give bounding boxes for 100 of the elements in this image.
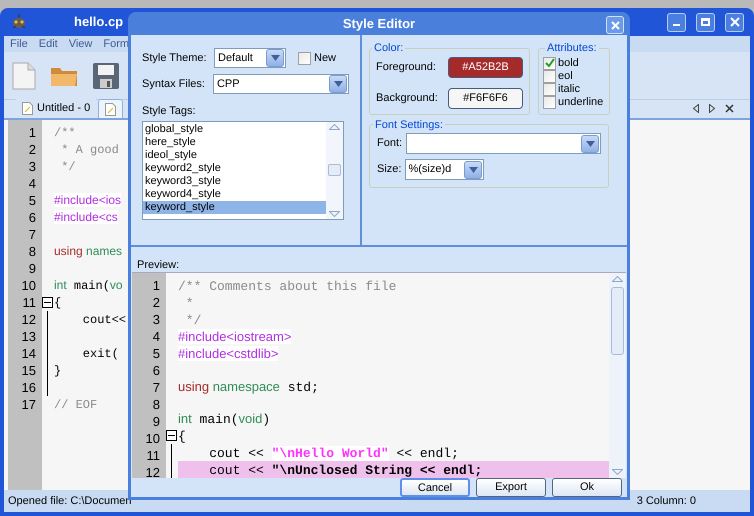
line-number: 1 xyxy=(28,124,37,141)
line-number: 13 xyxy=(20,328,37,345)
scroll-up-icon[interactable] xyxy=(612,276,623,282)
line-number: 10 xyxy=(20,277,37,294)
syntax-dropdown[interactable]: CPP xyxy=(212,74,349,94)
checkbox[interactable] xyxy=(543,56,556,70)
scroll-down-icon[interactable] xyxy=(329,210,340,216)
dialog-title: Style Editor xyxy=(342,14,416,33)
code-line: * A good xyxy=(60,142,119,158)
menu-item[interactable]: View xyxy=(68,36,92,52)
code-line: * xyxy=(184,295,194,311)
line-number: 9 xyxy=(152,413,161,430)
line-number: 2 xyxy=(152,294,161,311)
line-number: 9 xyxy=(28,260,37,277)
code-line: exit( xyxy=(82,346,119,362)
scroll-thumb[interactable] xyxy=(328,164,341,176)
dialog-button[interactable]: Cancel xyxy=(400,478,470,497)
size-dropdown[interactable]: %(size)d xyxy=(405,159,484,180)
collapse-icon[interactable] xyxy=(42,297,53,308)
code-line: int main(void) xyxy=(178,410,270,427)
code-line: */ xyxy=(184,312,202,328)
editor-tab[interactable]: Untitled - 0 xyxy=(16,99,96,118)
code-line: */ xyxy=(60,159,76,175)
line-number: 15 xyxy=(20,362,37,379)
line-number: 11 xyxy=(22,294,37,311)
line-number: 11 xyxy=(146,447,161,464)
theme-dropdown[interactable]: Default xyxy=(214,48,286,68)
line-number: 5 xyxy=(28,192,37,209)
code-line: // EOF xyxy=(54,397,98,413)
editor-tab[interactable] xyxy=(98,99,124,118)
new-file-icon[interactable] xyxy=(12,62,36,90)
scroll-left-icon[interactable] xyxy=(693,104,699,113)
code-line: using names xyxy=(54,243,122,260)
style-tag-item[interactable]: global_style xyxy=(143,122,326,136)
new-theme-checkbox[interactable]: New xyxy=(298,50,336,66)
code-line: int main(vo xyxy=(54,277,123,294)
theme-label: Style Theme: xyxy=(142,50,208,66)
menu-item[interactable]: Edit xyxy=(38,36,58,52)
scroll-up-icon[interactable] xyxy=(329,124,340,130)
scroll-right-icon[interactable] xyxy=(709,104,715,113)
font-label: Font: xyxy=(377,136,402,152)
group-title: Font Settings: xyxy=(374,118,444,132)
color-swatch-button[interactable]: #F6F6F6 xyxy=(448,88,523,108)
line-number: 7 xyxy=(152,379,161,396)
dialog-button[interactable]: Ok xyxy=(552,478,622,497)
scrollbar[interactable] xyxy=(609,273,626,478)
line-number: 12 xyxy=(144,464,161,478)
code-line: using namespace std; xyxy=(178,378,319,394)
preview-label: Preview: xyxy=(137,259,180,272)
line-number: 12 xyxy=(20,311,37,328)
style-tag-item[interactable]: keyword3_style xyxy=(143,174,326,188)
line-number: 16 xyxy=(20,379,37,396)
group-title: Attributes: xyxy=(546,41,598,56)
size-label: Size: xyxy=(377,162,402,178)
style-tags-label: Style Tags: xyxy=(142,104,197,119)
style-tag-item[interactable]: here_style xyxy=(143,136,326,148)
style-tag-item[interactable]: keyword_style xyxy=(143,200,326,214)
checkbox[interactable] xyxy=(298,52,311,64)
line-number: 8 xyxy=(152,396,161,413)
color-swatch-button[interactable]: #A52B2B xyxy=(448,56,523,78)
checkbox[interactable] xyxy=(543,82,556,96)
close-icon[interactable] xyxy=(606,16,624,34)
line-number: 17 xyxy=(20,396,37,413)
document-icon xyxy=(22,102,33,115)
cursor-position: 3 Column: 0 xyxy=(636,494,696,509)
code-line: /** Comments about this file xyxy=(178,278,396,294)
code-line: cout << "\nHello World" << endl; xyxy=(208,445,459,461)
document-icon xyxy=(105,102,116,116)
group-title: Color: xyxy=(373,41,404,56)
app-logo-icon xyxy=(10,14,28,30)
minimize-icon[interactable] xyxy=(667,12,686,32)
scroll-down-icon[interactable] xyxy=(612,469,623,475)
scroll-thumb[interactable] xyxy=(611,286,624,354)
line-number: 5 xyxy=(152,345,161,362)
menu-item[interactable]: Form xyxy=(103,36,130,52)
checkbox[interactable] xyxy=(543,70,556,82)
checkbox[interactable] xyxy=(543,96,556,108)
line-number: 1 xyxy=(152,277,161,294)
line-number: 2 xyxy=(28,141,37,158)
line-number: 6 xyxy=(28,209,37,226)
close-tab-icon[interactable] xyxy=(725,104,734,113)
style-tag-item[interactable]: keyword2_style xyxy=(143,162,326,174)
maximize-icon[interactable] xyxy=(696,12,715,32)
save-icon[interactable] xyxy=(92,62,120,90)
style-tag-item[interactable]: keyword4_style xyxy=(143,188,326,200)
syntax-label: Syntax Files: xyxy=(142,76,206,92)
font-dropdown[interactable] xyxy=(406,133,601,154)
line-number: 14 xyxy=(20,345,37,362)
status-text: Opened file: C:\Documen xyxy=(8,494,132,509)
menu-item[interactable]: File xyxy=(10,36,28,52)
line-number: 10 xyxy=(144,430,161,447)
style-tag-item[interactable]: ideol_style xyxy=(143,148,326,162)
collapse-icon[interactable] xyxy=(166,430,177,442)
close-icon[interactable] xyxy=(725,12,744,32)
scrollbar[interactable] xyxy=(326,122,343,218)
color-label: Background: xyxy=(376,90,438,106)
line-number: 4 xyxy=(28,175,37,192)
line-number: 3 xyxy=(28,158,37,175)
dialog-button[interactable]: Export xyxy=(476,478,546,497)
line-number: 7 xyxy=(28,226,37,243)
